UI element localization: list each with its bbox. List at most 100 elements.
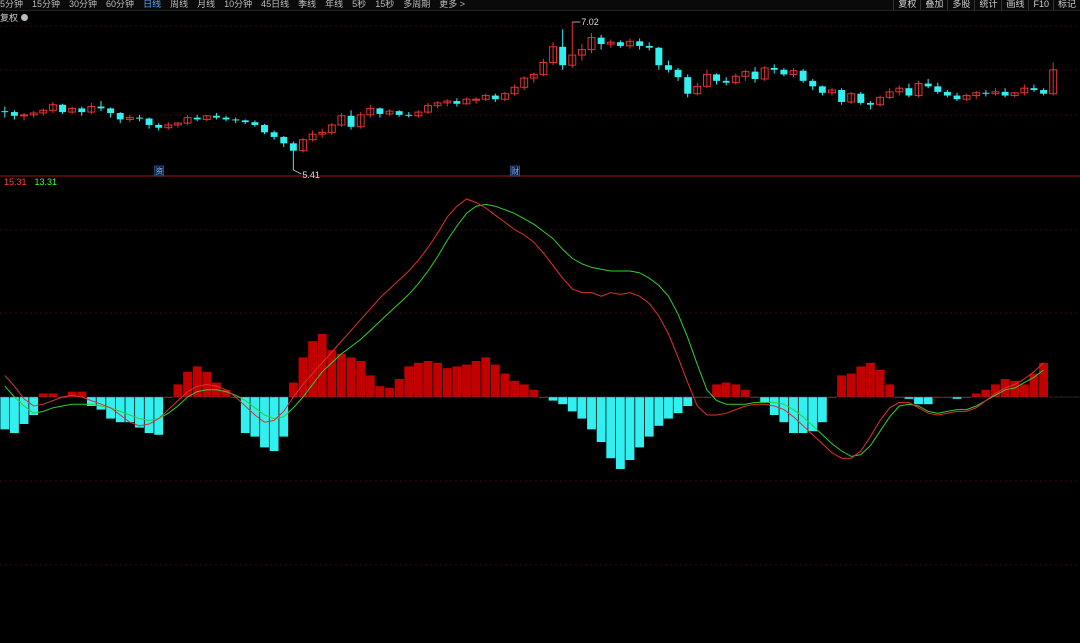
macd-bar (404, 366, 414, 397)
candle-body (799, 70, 807, 81)
candle-body (1040, 90, 1048, 94)
event-marker-text: 财 (511, 166, 519, 176)
macd-bar (1019, 384, 1029, 397)
macd-bar (548, 397, 558, 401)
macd-bar (442, 368, 452, 397)
candle-body (818, 86, 826, 93)
candle-body (665, 65, 672, 70)
macd-bar (135, 397, 144, 428)
macd-bar (298, 357, 308, 397)
macd-bar (721, 382, 731, 397)
candle-body (982, 92, 990, 94)
macd-bar (510, 380, 519, 397)
candle-body (347, 115, 355, 127)
candle-body (405, 114, 413, 116)
macd-bar (635, 397, 645, 448)
low-price-label: 5.41 (302, 170, 320, 180)
candle-body (116, 113, 124, 120)
low-label-leader (293, 169, 302, 175)
macd-bar (596, 397, 606, 442)
macd-bar (673, 397, 683, 414)
candle-body (155, 124, 163, 128)
macd-bar (375, 386, 385, 397)
candle-body (453, 101, 461, 104)
macd-bar (856, 366, 866, 397)
candle-body (770, 67, 778, 70)
candle-body (857, 93, 865, 103)
macd-bar (481, 357, 491, 397)
candle-body (953, 95, 961, 100)
macd-bar (327, 350, 337, 397)
candle-body (472, 98, 481, 101)
candle-body (636, 41, 644, 46)
high-price-label: 7.02 (581, 17, 599, 27)
macd-bar (971, 393, 981, 397)
macd-bar (0, 397, 10, 430)
candle-body (395, 111, 403, 115)
macd-bar (981, 389, 991, 397)
candle-body (280, 136, 288, 144)
candle-body (376, 108, 384, 114)
macd-bar (500, 373, 510, 397)
candle-body (905, 88, 913, 96)
macd-bar (365, 375, 375, 397)
candle-body (924, 83, 932, 87)
macd-bar (567, 397, 577, 412)
macd-bar (712, 384, 721, 397)
candle-body (943, 91, 951, 96)
candle-body (145, 118, 153, 125)
macd-bar (625, 397, 635, 460)
candle-body (559, 46, 567, 66)
candle-body (136, 117, 143, 119)
candle-body (1030, 88, 1038, 91)
candle-body (491, 95, 499, 100)
candle-body (713, 74, 721, 81)
candle-body (222, 117, 230, 120)
macd-bar (558, 397, 568, 405)
macd-bar (683, 397, 693, 406)
macd-bar (577, 397, 587, 419)
macd-bar (740, 389, 750, 397)
macd-bar (356, 361, 366, 397)
macd-bar (529, 389, 539, 397)
macd-bar (731, 384, 741, 397)
candle-body (1001, 91, 1009, 96)
stock-chart[interactable]: 7.02 5.41 资 财 (0, 0, 1080, 643)
candle-body (59, 104, 66, 113)
macd-bar (837, 375, 847, 397)
macd-bar (923, 397, 933, 405)
candle-body (289, 143, 297, 151)
candle-body (809, 80, 817, 87)
candle-body (193, 117, 201, 120)
macd-bar (423, 361, 433, 397)
macd-bar (606, 397, 616, 459)
macd-bar (644, 397, 654, 437)
candle-body (674, 69, 682, 78)
macd-bar (885, 384, 895, 397)
candle-body (838, 90, 846, 102)
macd-bar (452, 366, 462, 397)
macd-bar (48, 393, 58, 397)
candle-body (232, 119, 240, 121)
macd-bar (471, 361, 481, 397)
candle-body (722, 80, 730, 83)
macd-bar (10, 397, 19, 433)
macd-bar (413, 362, 423, 397)
candle-body (270, 132, 278, 137)
candle-body (78, 108, 86, 113)
candle-body (616, 42, 624, 46)
candle-body (20, 114, 29, 117)
macd-bar (760, 397, 770, 403)
candle-body (780, 69, 788, 75)
candle-body (241, 120, 249, 123)
candle-body (1, 111, 9, 113)
macd-bar (385, 388, 394, 397)
macd-bar (490, 364, 500, 397)
macd-bar (1039, 362, 1048, 397)
macd-bar (519, 384, 529, 397)
candle-body (107, 108, 115, 114)
candle-body (251, 122, 259, 125)
macd-bar (615, 397, 625, 469)
candle-body (597, 37, 605, 45)
macd-bar (462, 364, 471, 397)
